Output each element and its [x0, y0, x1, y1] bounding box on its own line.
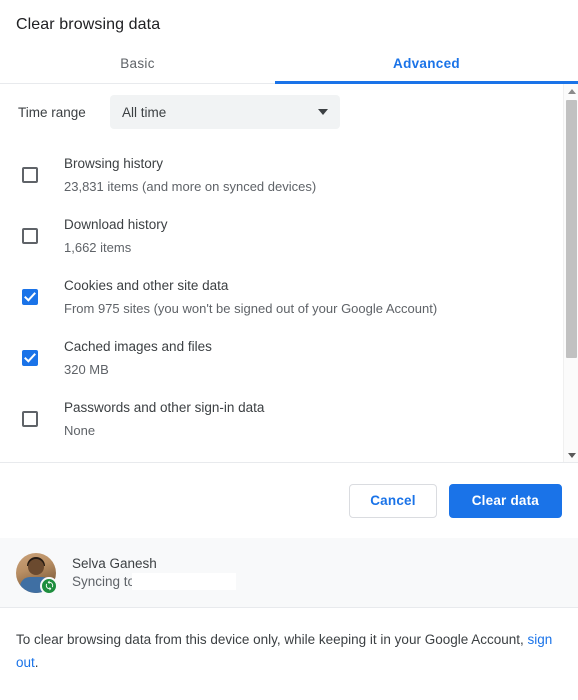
item-title: Autofill form data — [64, 459, 165, 462]
tab-advanced-label: Advanced — [393, 56, 460, 71]
options-list: Time range All time Browsing history 23,… — [0, 84, 578, 462]
scroll-down-arrow-icon[interactable] — [564, 448, 578, 462]
item-title: Download history — [64, 217, 168, 232]
tab-advanced[interactable]: Advanced — [275, 44, 578, 83]
clear-data-button[interactable]: Clear data — [448, 483, 562, 518]
time-range-row: Time range All time — [16, 84, 562, 140]
item-title: Passwords and other sign-in data — [64, 400, 265, 415]
footnote-period: . — [34, 655, 39, 670]
item-subtitle: 320 MB — [64, 362, 109, 377]
page-title: Clear browsing data — [16, 16, 161, 33]
checkbox-download-history[interactable] — [22, 228, 38, 244]
action-bar: Cancel Clear data — [0, 462, 578, 538]
item-title: Cached images and files — [64, 339, 212, 354]
scroll-region: Time range All time Browsing history 23,… — [0, 84, 578, 462]
list-item-browsing-history[interactable]: Browsing history 23,831 items (and more … — [16, 144, 562, 205]
checkbox-browsing-history[interactable] — [22, 167, 38, 183]
signout-footnote: To clear browsing data from this device … — [0, 608, 578, 674]
scrollbar-thumb[interactable] — [566, 100, 577, 358]
tab-basic-label: Basic — [120, 56, 155, 71]
item-subtitle: 23,831 items (and more on synced devices… — [64, 179, 317, 194]
dialog-header: Clear browsing data — [0, 0, 578, 44]
item-subtitle: None — [64, 423, 96, 438]
sync-status: Syncing to @gmail.com — [72, 573, 236, 590]
sync-details: Selva Ganesh Syncing to @gmail.com — [72, 556, 236, 590]
chevron-down-icon — [318, 109, 328, 115]
sync-account-row: Selva Ganesh Syncing to @gmail.com — [0, 538, 578, 608]
time-range-select[interactable]: All time — [110, 95, 340, 129]
checkbox-passwords[interactable] — [22, 411, 38, 427]
checkbox-items: Browsing history 23,831 items (and more … — [16, 140, 562, 462]
footnote-text: To clear browsing data from this device … — [16, 632, 524, 647]
list-item-passwords[interactable]: Passwords and other sign-in data None — [16, 388, 562, 449]
redaction-overlay — [132, 573, 236, 590]
avatar — [16, 552, 58, 595]
list-item-autofill[interactable]: Autofill form data — [16, 449, 562, 462]
list-item-cookies[interactable]: Cookies and other site data From 975 sit… — [16, 266, 562, 327]
scroll-up-arrow-icon[interactable] — [564, 84, 578, 98]
sync-status-prefix: Syncing to — [72, 574, 136, 589]
account-name: Selva Ganesh — [72, 556, 157, 571]
list-item-download-history[interactable]: Download history 1,662 items — [16, 205, 562, 266]
time-range-label: Time range — [18, 104, 86, 120]
item-subtitle: 1,662 items — [64, 240, 132, 255]
tab-bar: Basic Advanced — [0, 44, 578, 84]
clear-browsing-data-dialog: Clear browsing data Basic Advanced Time … — [0, 0, 578, 700]
list-item-cached-images[interactable]: Cached images and files 320 MB — [16, 327, 562, 388]
vertical-scrollbar[interactable] — [563, 84, 578, 462]
item-title: Cookies and other site data — [64, 278, 229, 293]
sync-icon — [40, 576, 58, 595]
item-title: Browsing history — [64, 156, 164, 171]
checkbox-cookies[interactable] — [22, 289, 38, 305]
time-range-value: All time — [122, 104, 167, 120]
cancel-button[interactable]: Cancel — [349, 483, 437, 518]
item-subtitle: From 975 sites (you won't be signed out … — [64, 301, 438, 316]
checkbox-cached-images[interactable] — [22, 350, 38, 366]
tab-basic[interactable]: Basic — [0, 44, 275, 83]
